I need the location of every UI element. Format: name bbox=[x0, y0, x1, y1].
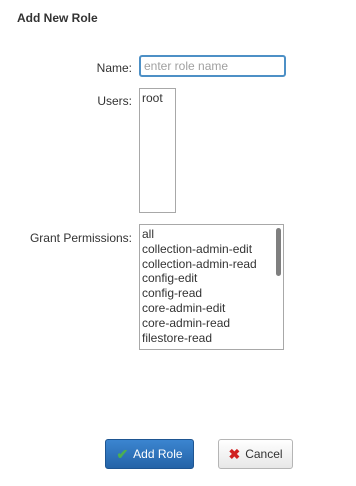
permission-option[interactable]: collection-admin-edit bbox=[142, 242, 283, 257]
permission-option[interactable]: core-admin-read bbox=[142, 316, 283, 331]
users-select[interactable]: root bbox=[139, 88, 176, 213]
dialog-title: Add New Role bbox=[17, 11, 98, 25]
users-label: Users: bbox=[97, 94, 132, 108]
permission-option[interactable]: collection-admin-read bbox=[142, 257, 283, 272]
close-icon: ✖ bbox=[228, 446, 241, 462]
add-role-button-label: Add Role bbox=[133, 447, 183, 461]
permissions-select[interactable]: all collection-admin-edit collection-adm… bbox=[139, 224, 284, 350]
grant-permissions-label: Grant Permissions: bbox=[29, 231, 132, 245]
permission-option[interactable]: config-read bbox=[142, 286, 283, 301]
permissions-scrollbar[interactable] bbox=[276, 228, 281, 276]
check-icon: ✔ bbox=[116, 446, 129, 462]
add-role-button[interactable]: ✔ Add Role bbox=[105, 439, 194, 469]
cancel-button[interactable]: ✖ Cancel bbox=[218, 439, 293, 469]
name-label: Name: bbox=[96, 61, 132, 75]
permission-option[interactable]: all bbox=[142, 227, 283, 242]
permission-option[interactable]: filestore-read bbox=[142, 331, 283, 346]
role-name-input[interactable] bbox=[139, 55, 286, 77]
permission-option[interactable]: config-edit bbox=[142, 271, 283, 286]
user-option[interactable]: root bbox=[142, 91, 173, 106]
cancel-button-label: Cancel bbox=[245, 447, 283, 461]
permission-option[interactable]: core-admin-edit bbox=[142, 301, 283, 316]
